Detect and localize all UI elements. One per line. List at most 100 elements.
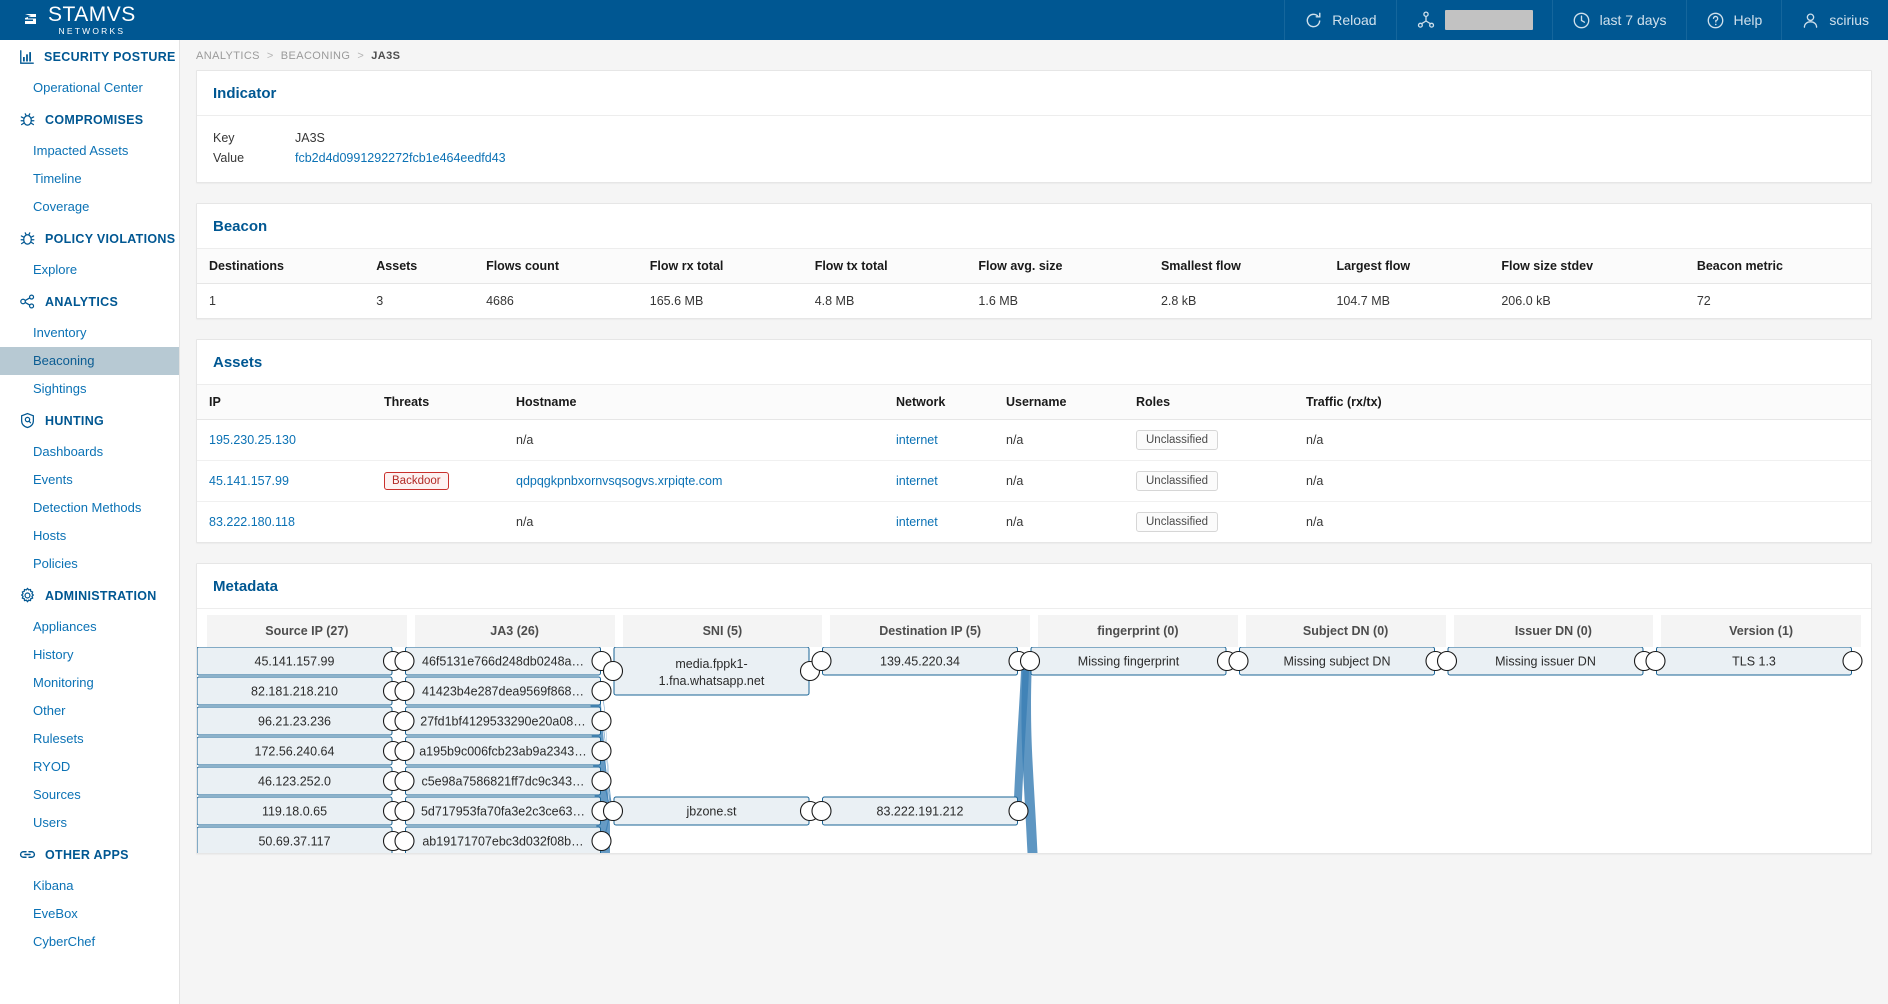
sankey-node[interactable]: Missing issuer DN — [1438, 647, 1654, 675]
sidebar-item-explore[interactable]: Explore — [0, 256, 179, 284]
sidebar-item-users[interactable]: Users — [0, 809, 179, 837]
sankey-node-inbound-port[interactable] — [1021, 652, 1040, 671]
asset-hostname-text[interactable]: qdpqgkpnbxornvsqsogvs.xrpiqte.com — [516, 474, 722, 488]
sidebar-group-analytics[interactable]: ANALYTICS — [0, 284, 179, 319]
asset-ip-text[interactable]: 45.141.157.99 — [209, 474, 289, 488]
asset-hostname[interactable]: qdpqgkpnbxornvsqsogvs.xrpiqte.com — [504, 461, 884, 502]
sankey-node[interactable]: a195b9c006fcb23ab9a2343… — [395, 737, 611, 765]
metadata-column-header[interactable]: Source IP (27) — [207, 615, 407, 647]
role-badge[interactable]: Unclassified — [1136, 512, 1218, 532]
metadata-column-header[interactable]: JA3 (26) — [415, 615, 615, 647]
sidebar-item-timeline[interactable]: Timeline — [0, 165, 179, 193]
asset-network-text[interactable]: internet — [896, 515, 938, 529]
brand-logo[interactable]: STAMVS NETWORKS — [0, 0, 180, 40]
sankey-node-inbound-port[interactable] — [1229, 652, 1248, 671]
search-input[interactable] — [1445, 10, 1533, 30]
asset-ip[interactable]: 195.230.25.130 — [197, 420, 372, 461]
role-badge[interactable]: Unclassified — [1136, 430, 1218, 450]
metadata-column-header[interactable]: fingerprint (0) — [1038, 615, 1238, 647]
sankey-node[interactable]: 50.69.37.117 — [197, 827, 403, 853]
breadcrumb-item-beaconing[interactable]: BEACONING — [281, 50, 351, 62]
metadata-column-header[interactable]: Subject DN (0) — [1246, 615, 1446, 647]
metadata-column-header[interactable]: Version (1) — [1661, 615, 1861, 647]
sankey-node[interactable]: 96.21.23.236 — [197, 707, 403, 735]
sankey-node-inbound-port[interactable] — [1438, 652, 1457, 671]
sidebar-item-rulesets[interactable]: Rulesets — [0, 725, 179, 753]
breadcrumb-item-analytics[interactable]: ANALYTICS — [196, 50, 260, 62]
sankey-node-inbound-port[interactable] — [395, 832, 414, 851]
sidebar-item-policies[interactable]: Policies — [0, 550, 179, 578]
sidebar-item-sources[interactable]: Sources — [0, 781, 179, 809]
sankey-node[interactable]: Missing fingerprint — [1021, 647, 1237, 675]
sidebar-group-other-apps[interactable]: OTHER APPS — [0, 837, 179, 872]
metadata-column-header[interactable]: SNI (5) — [623, 615, 823, 647]
time-range-picker[interactable]: last 7 days — [1552, 0, 1686, 40]
sankey-node[interactable]: ab19171707ebc3d032f08b… — [395, 827, 611, 853]
asset-ip-text[interactable]: 83.222.180.118 — [209, 515, 295, 529]
sankey-node[interactable]: TLS 1.3 — [1646, 647, 1862, 675]
sidebar-item-coverage[interactable]: Coverage — [0, 193, 179, 221]
sidebar-group-hunting[interactable]: HUNTING — [0, 403, 179, 438]
asset-ip[interactable]: 83.222.180.118 — [197, 502, 372, 543]
asset-network-text[interactable]: internet — [896, 433, 938, 447]
sidebar-item-history[interactable]: History — [0, 641, 179, 669]
sankey-node[interactable]: 46f5131e766d248db0248a… — [395, 647, 611, 675]
sidebar-item-impacted-assets[interactable]: Impacted Assets — [0, 137, 179, 165]
sidebar-item-operational-center[interactable]: Operational Center — [0, 74, 179, 102]
asset-ip-text[interactable]: 195.230.25.130 — [209, 433, 296, 447]
asset-network[interactable]: internet — [884, 502, 994, 543]
status-badge[interactable]: Backdoor — [384, 472, 449, 490]
sankey-node[interactable]: 172.56.240.64 — [197, 737, 403, 765]
sankey-node-outbound-port[interactable] — [592, 832, 611, 851]
sankey-node[interactable]: 27fd1bf4129533290e20a08… — [395, 707, 611, 735]
sankey-node[interactable]: Missing subject DN — [1229, 647, 1445, 675]
sankey-node-inbound-port[interactable] — [604, 802, 623, 821]
sankey-node[interactable]: 119.18.0.65 — [197, 797, 403, 825]
sidebar-item-detection-methods[interactable]: Detection Methods — [0, 494, 179, 522]
sankey-node[interactable]: jbzone.st — [604, 797, 820, 825]
sidebar-item-other[interactable]: Other — [0, 697, 179, 725]
sankey-node-inbound-port[interactable] — [395, 652, 414, 671]
sankey-node-inbound-port[interactable] — [395, 682, 414, 701]
search-filter-control[interactable] — [1396, 0, 1552, 40]
asset-network-text[interactable]: internet — [896, 474, 938, 488]
sankey-node-inbound-port[interactable] — [395, 772, 414, 791]
sankey-node[interactable]: 41423b4e287dea9569f868… — [395, 677, 611, 705]
role-badge[interactable]: Unclassified — [1136, 471, 1218, 491]
metadata-column-header[interactable]: Destination IP (5) — [830, 615, 1030, 647]
reload-button[interactable]: Reload — [1284, 0, 1395, 40]
sidebar-item-appliances[interactable]: Appliances — [0, 613, 179, 641]
user-menu[interactable]: scirius — [1781, 0, 1888, 40]
sidebar-item-sightings[interactable]: Sightings — [0, 375, 179, 403]
sidebar-item-ryod[interactable]: RYOD — [0, 753, 179, 781]
sankey-node[interactable]: 83.222.191.212 — [812, 797, 1028, 825]
asset-ip[interactable]: 45.141.157.99 — [197, 461, 372, 502]
sankey-node-inbound-port[interactable] — [395, 742, 414, 761]
sidebar-item-dashboards[interactable]: Dashboards — [0, 438, 179, 466]
sankey-node-inbound-port[interactable] — [395, 712, 414, 731]
sankey-node[interactable]: 46.123.252.0 — [197, 767, 403, 795]
metadata-sankey-diagram[interactable]: 45.141.157.9982.181.218.21096.21.23.2361… — [197, 647, 1871, 853]
help-button[interactable]: Help — [1686, 0, 1782, 40]
sankey-node-inbound-port[interactable] — [1646, 652, 1665, 671]
metadata-column-header[interactable]: Issuer DN (0) — [1454, 615, 1654, 647]
sankey-node[interactable]: media.fppk1-1.fna.whatsapp.net — [604, 647, 820, 695]
asset-network[interactable]: internet — [884, 420, 994, 461]
sidebar-group-policy-violations[interactable]: POLICY VIOLATIONS — [0, 221, 179, 256]
sankey-node-inbound-port[interactable] — [395, 802, 414, 821]
sankey-node[interactable]: 45.141.157.99 — [197, 647, 403, 675]
sidebar-item-monitoring[interactable]: Monitoring — [0, 669, 179, 697]
sankey-node[interactable]: 5d717953fa70fa3e2c3ce63… — [395, 797, 611, 825]
indicator-value-link[interactable]: fcb2d4d0991292272fcb1e464eedfd43 — [295, 148, 506, 168]
sankey-node-outbound-port[interactable] — [592, 712, 611, 731]
sankey-node-outbound-port[interactable] — [592, 772, 611, 791]
sankey-node-outbound-port[interactable] — [592, 682, 611, 701]
sankey-node-inbound-port[interactable] — [604, 662, 623, 681]
sidebar-item-inventory[interactable]: Inventory — [0, 319, 179, 347]
sankey-node[interactable]: 139.45.220.34 — [812, 647, 1028, 675]
sankey-node-outbound-port[interactable] — [1843, 652, 1862, 671]
sidebar-group-administration[interactable]: ADMINISTRATION — [0, 578, 179, 613]
sidebar-item-evebox[interactable]: EveBox — [0, 900, 179, 928]
sidebar-item-beaconing[interactable]: Beaconing — [0, 347, 179, 375]
sidebar-item-hosts[interactable]: Hosts — [0, 522, 179, 550]
